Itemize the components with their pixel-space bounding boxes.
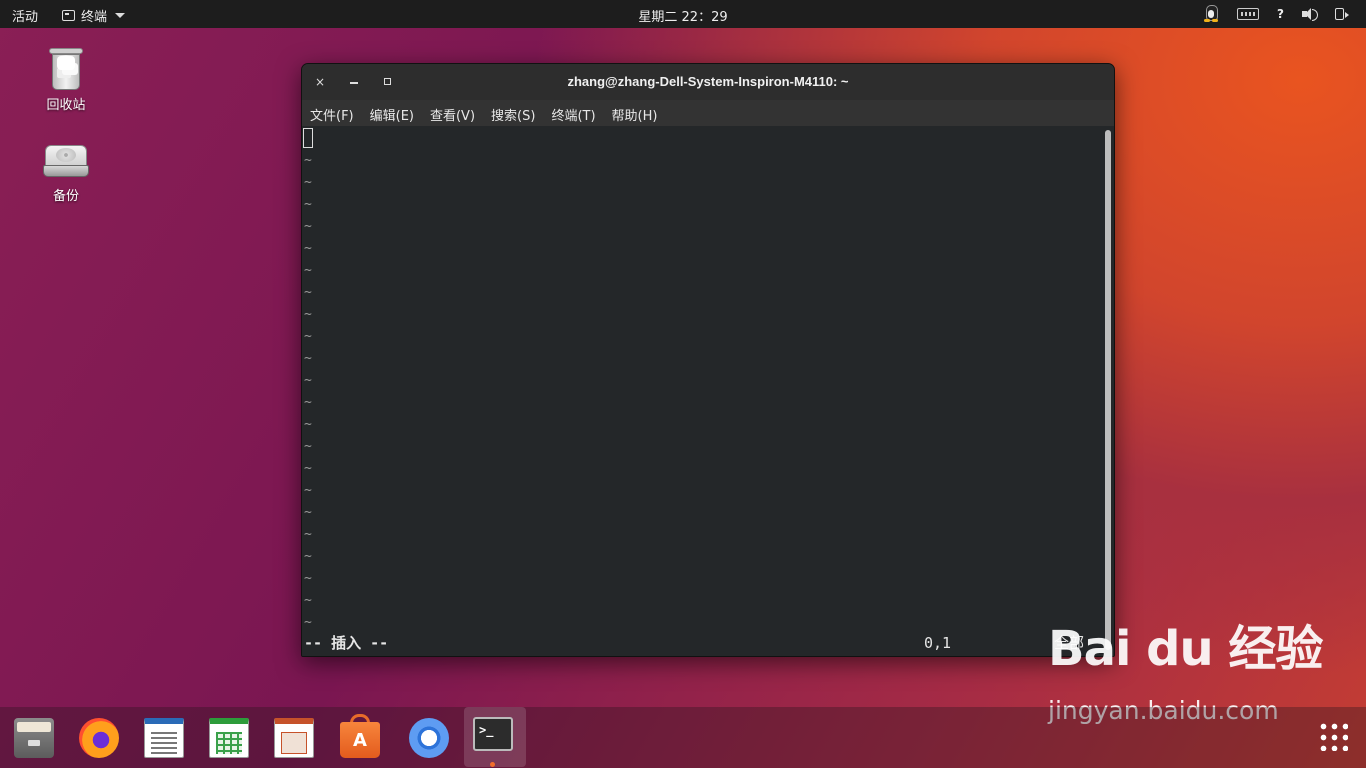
dock-chromium[interactable] [403, 712, 455, 764]
power-icon[interactable] [1334, 7, 1350, 21]
volume-icon[interactable] [1302, 7, 1318, 21]
desktop-icon-label: 备份 [52, 189, 79, 204]
terminal-content[interactable]: ~ ~ ~ ~ ~ ~ ~ ~ ~ ~ ~ ~ ~ ~ ~ ~ ~ ~ ~ ~ ~ ~ -- 插入 -- 0,1 全部 [302, 126, 1114, 656]
firefox-icon [79, 718, 119, 758]
app-menu[interactable]: 终端 [62, 6, 126, 25]
dock-files[interactable] [8, 712, 60, 764]
tilde-line: ~ [304, 285, 312, 300]
penguin-icon[interactable] [1203, 5, 1219, 22]
tilde-line: ~ [304, 417, 312, 432]
tilde-line: ~ [304, 395, 312, 410]
drive-icon [43, 143, 89, 179]
terminal-window[interactable]: × zhang@zhang-Dell-System-Inspiron-M4110… [301, 63, 1115, 657]
tilde-line: ~ [304, 219, 312, 234]
tilde-line: ~ [304, 197, 312, 212]
menu-file[interactable]: 文件(F) [302, 100, 362, 126]
tilde-line: ~ [304, 593, 312, 608]
dock: A [0, 707, 1366, 768]
show-applications-icon[interactable] [1318, 721, 1348, 751]
tilde-line: ~ [304, 153, 312, 168]
system-tray: ? [1203, 5, 1350, 22]
dock-writer[interactable] [138, 712, 190, 764]
tilde-line: ~ [304, 549, 312, 564]
tilde-line: ~ [304, 483, 312, 498]
keyboard-icon[interactable] [1237, 7, 1260, 20]
dock-terminal[interactable] [464, 707, 526, 767]
tilde-line: ~ [304, 351, 312, 366]
chromium-icon [409, 718, 449, 758]
running-indicator [490, 762, 495, 767]
text-cursor [303, 128, 313, 148]
store-glyph: A [353, 730, 367, 751]
desktop-trash[interactable]: 回收站 [26, 46, 106, 113]
dock-calc[interactable] [203, 712, 255, 764]
tilde-line: ~ [304, 571, 312, 586]
menu-view[interactable]: 查看(V) [422, 100, 483, 126]
desktop-icon-label: 回收站 [46, 98, 86, 113]
menu-bar: 文件(F) 编辑(E) 查看(V) 搜索(S) 终端(T) 帮助(H) [302, 100, 1114, 126]
menu-search[interactable]: 搜索(S) [483, 100, 543, 126]
clock[interactable]: 星期二 22：29 [638, 10, 727, 25]
app-menu-label: 终端 [81, 10, 108, 25]
terminal-icon [473, 717, 513, 751]
scrollbar[interactable] [1105, 130, 1111, 650]
menu-terminal[interactable]: 终端(T) [543, 100, 603, 126]
terminal-app-icon [62, 10, 75, 21]
tilde-line: ~ [304, 329, 312, 344]
activities-button[interactable]: 活动 [12, 6, 38, 25]
tilde-line: ~ [304, 307, 312, 322]
top-bar: 活动 终端 星期二 22：29 ? [0, 0, 1366, 28]
menu-help[interactable]: 帮助(H) [604, 100, 666, 126]
vim-status-line: -- 插入 -- 0,1 全部 [304, 632, 1114, 654]
desktop-backup[interactable]: 备份 [26, 143, 106, 204]
tilde-line: ~ [304, 263, 312, 278]
help-icon[interactable]: ? [1277, 7, 1284, 21]
libreoffice-writer-icon [144, 718, 184, 758]
libreoffice-impress-icon [274, 718, 314, 758]
empty-line-markers: ~ ~ ~ ~ ~ ~ ~ ~ ~ ~ ~ ~ ~ ~ ~ ~ ~ ~ ~ ~ ~ ~ [304, 150, 312, 634]
menu-edit[interactable]: 编辑(E) [362, 100, 422, 126]
window-titlebar[interactable]: × zhang@zhang-Dell-System-Inspiron-M4110… [302, 64, 1114, 101]
window-title: zhang@zhang-Dell-System-Inspiron-M4110: … [567, 74, 849, 89]
files-icon [14, 718, 54, 758]
watermark-brand: Bai du 经验 [1048, 621, 1323, 677]
dock-impress[interactable] [268, 712, 320, 764]
cursor-position: 0,1 [924, 634, 952, 652]
trash-icon [49, 46, 83, 90]
vim-mode: -- 插入 -- [304, 634, 389, 652]
chevron-down-icon [115, 13, 126, 18]
tilde-line: ~ [304, 373, 312, 388]
tilde-line: ~ [304, 461, 312, 476]
dock-software[interactable]: A [334, 712, 386, 764]
tilde-line: ~ [304, 615, 312, 630]
tilde-line: ~ [304, 175, 312, 190]
tilde-line: ~ [304, 241, 312, 256]
dock-firefox[interactable] [73, 712, 125, 764]
tilde-line: ~ [304, 439, 312, 454]
tilde-line: ~ [304, 527, 312, 542]
libreoffice-calc-icon [209, 718, 249, 758]
tilde-line: ~ [304, 505, 312, 520]
